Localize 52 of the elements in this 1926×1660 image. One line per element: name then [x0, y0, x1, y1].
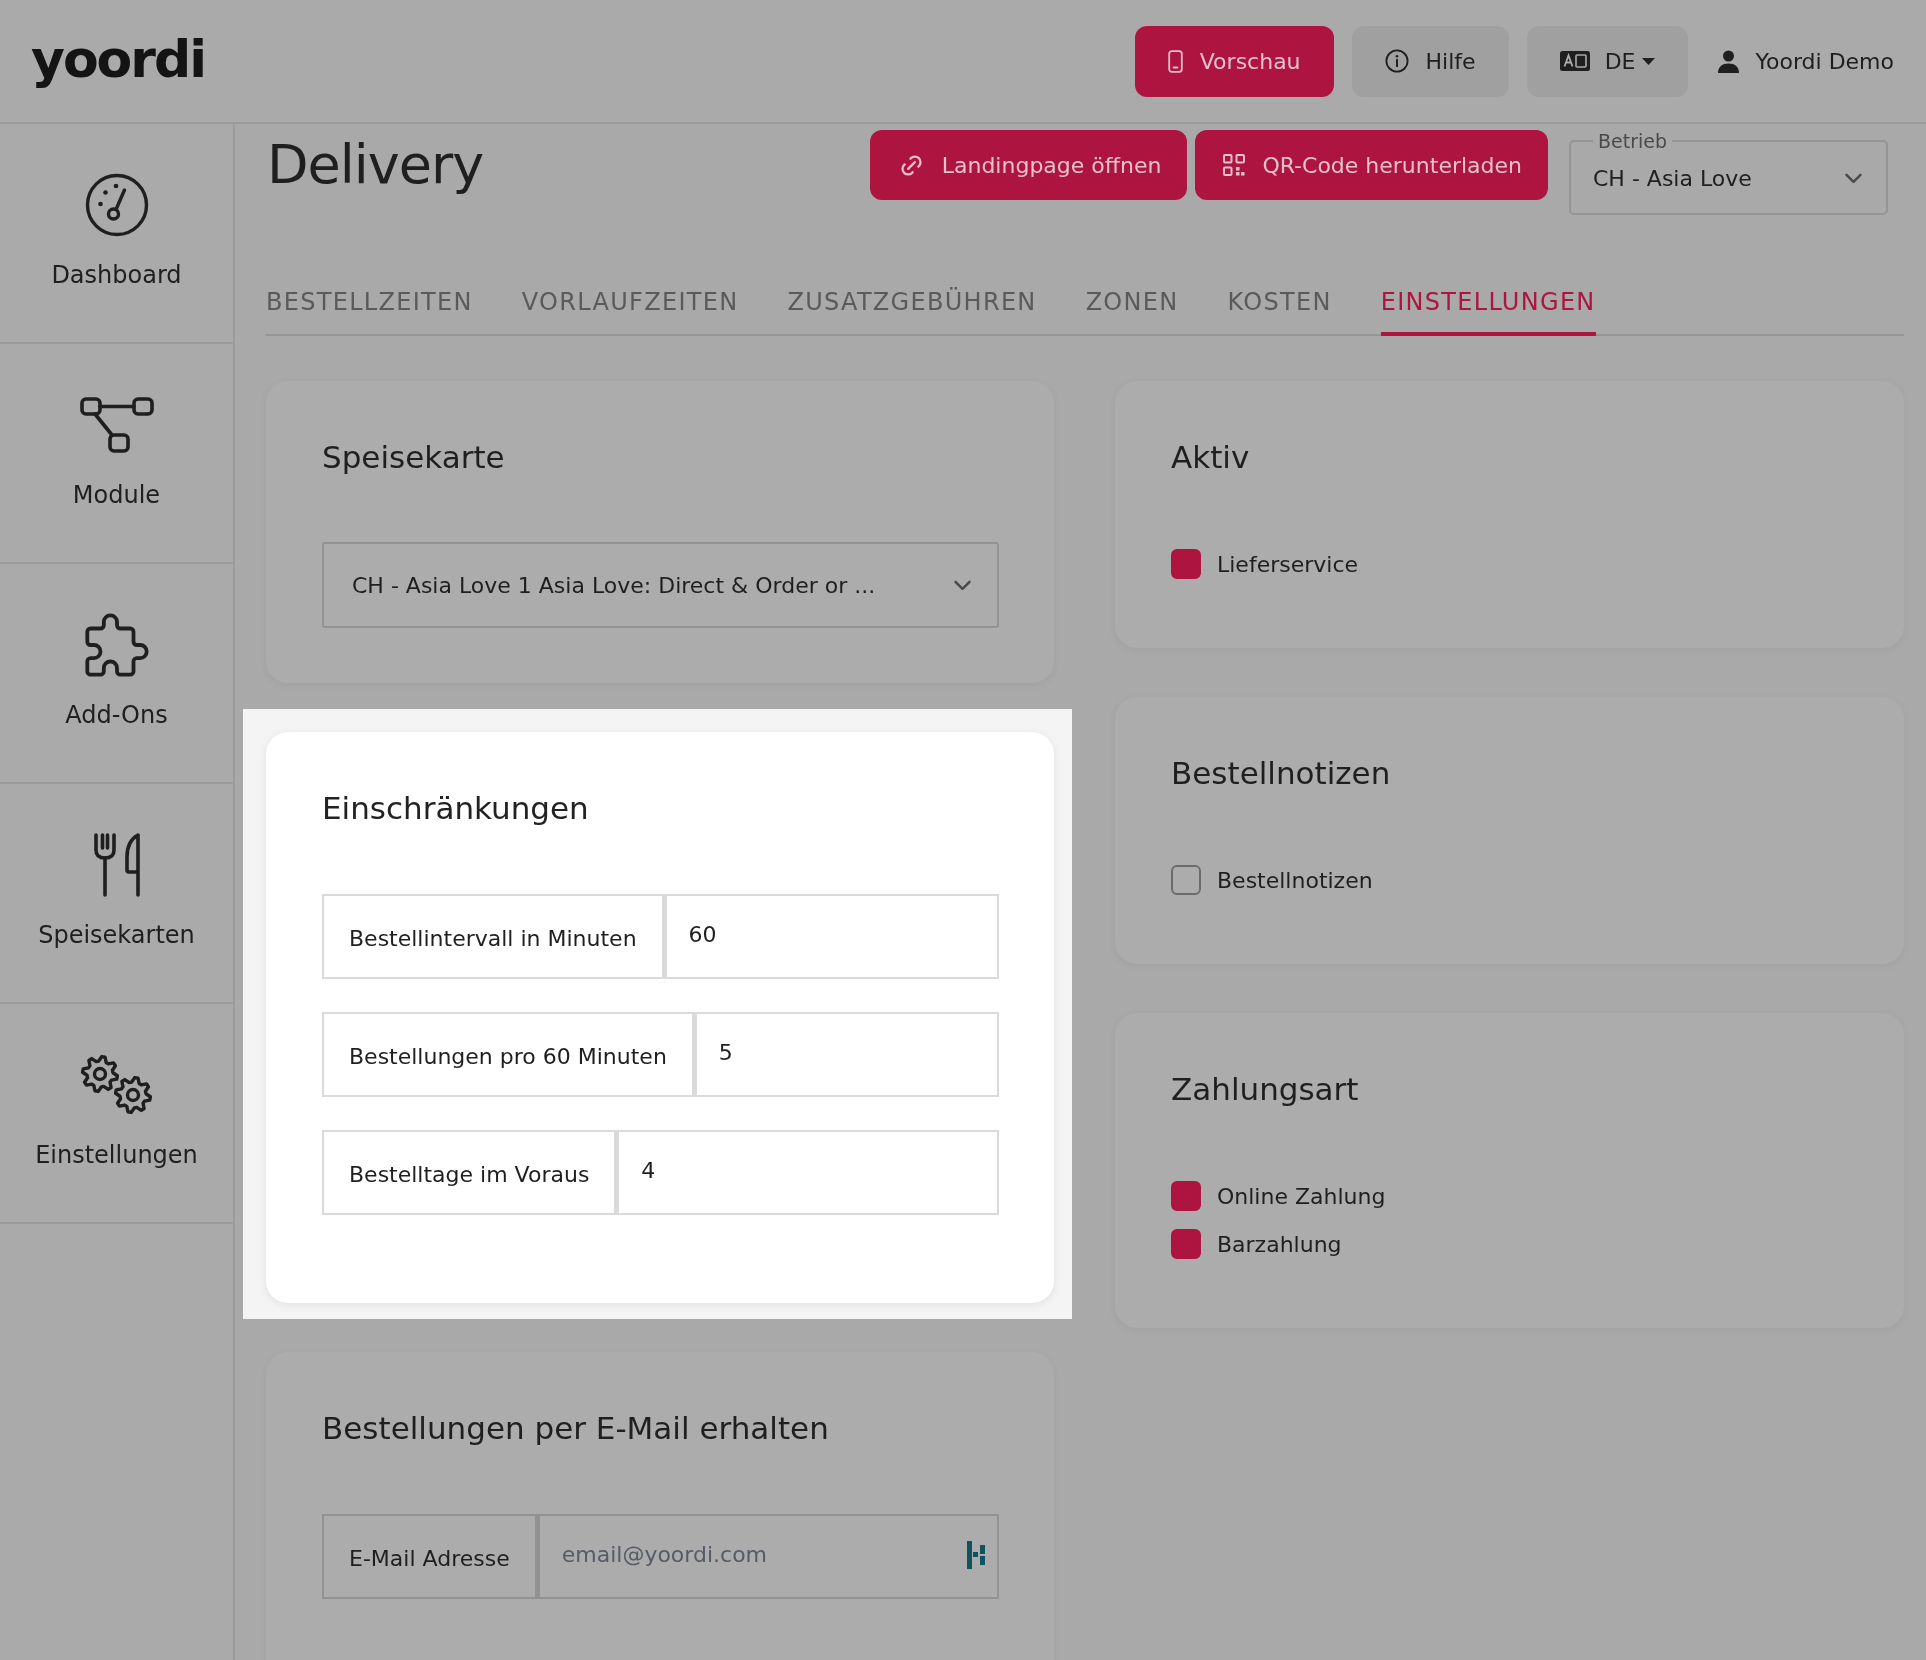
number-input[interactable]: 4	[616, 1130, 999, 1215]
checkbox[interactable]	[1171, 1181, 1201, 1211]
card-title: Bestellnotizen	[1171, 754, 1392, 793]
input-label: E-Mail Adresse	[322, 1514, 537, 1599]
sidebar-item[interactable]: Einstellungen	[0, 1004, 233, 1224]
user-icon	[1718, 49, 1740, 73]
qr-code-icon	[1223, 154, 1246, 176]
language-icon	[1559, 51, 1590, 71]
field-label: Betrieb	[1597, 130, 1668, 152]
checkbox-label[interactable]: Bestellnotizen	[1217, 867, 1373, 893]
number-input[interactable]: 60	[663, 894, 999, 979]
checkbox-label[interactable]: Lieferservice	[1217, 551, 1359, 577]
chevron-icon	[954, 579, 971, 591]
user-menu[interactable]: Yoordi Demo	[1718, 48, 1894, 74]
number-input[interactable]: 5	[693, 1012, 999, 1097]
fork-knife-icon	[91, 833, 142, 897]
autofill-icon	[967, 1541, 987, 1569]
sidebar-item[interactable]: Module	[0, 344, 233, 564]
checkbox[interactable]	[1171, 549, 1201, 579]
info-icon	[1384, 49, 1409, 73]
checkbox-label[interactable]: Online Zahlung	[1217, 1183, 1386, 1209]
qr-download-button[interactable]: QR-Code herunterladen	[1195, 130, 1548, 200]
checkbox-label[interactable]: Barzahlung	[1217, 1231, 1342, 1257]
card-title: Zahlungsart	[1171, 1070, 1360, 1109]
language-button[interactable]: DE	[1526, 25, 1689, 97]
caret-icon	[1642, 57, 1656, 65]
gauge-icon	[84, 173, 149, 237]
help-button[interactable]: Hilfe	[1351, 25, 1509, 97]
checkbox[interactable]	[1171, 865, 1201, 895]
checkbox[interactable]	[1171, 1229, 1201, 1259]
sidebar-item[interactable]: Dashboard	[0, 124, 233, 344]
card-title: Bestellungen per E-Mail erhalten	[322, 1409, 830, 1448]
phone-icon	[1167, 49, 1183, 73]
chevron-icon	[1845, 173, 1862, 184]
nodes-icon	[79, 397, 154, 453]
menu-select[interactable]: CH - Asia Love 1 Asia Love: Direct & Order or ...	[322, 542, 999, 628]
location-select[interactable]: Betrieb CH - Asia Love	[1569, 130, 1888, 215]
gears-icon	[79, 1054, 154, 1116]
sidebar-item[interactable]: Speisekarten	[0, 784, 233, 1004]
landingpage-button[interactable]: Landingpage öffnen	[869, 130, 1188, 200]
input-label: Bestelltage im Voraus	[322, 1130, 617, 1215]
puzzle-icon	[83, 612, 150, 678]
card-title: Aktiv	[1171, 438, 1251, 477]
page-title: Delivery	[267, 132, 484, 198]
card-title: Speisekarte	[322, 438, 506, 477]
input-label: Bestellintervall in Minuten	[322, 894, 664, 979]
email-input[interactable]: email@yoordi.com	[536, 1514, 999, 1599]
logo: yoordi	[31, 29, 206, 89]
card-title: Einschränkungen	[322, 789, 590, 828]
sidebar-item[interactable]: Add-Ons	[0, 564, 233, 784]
preview-button[interactable]: Vorschau	[1134, 25, 1334, 97]
input-label: Bestellungen pro 60 Minuten	[322, 1012, 694, 1097]
